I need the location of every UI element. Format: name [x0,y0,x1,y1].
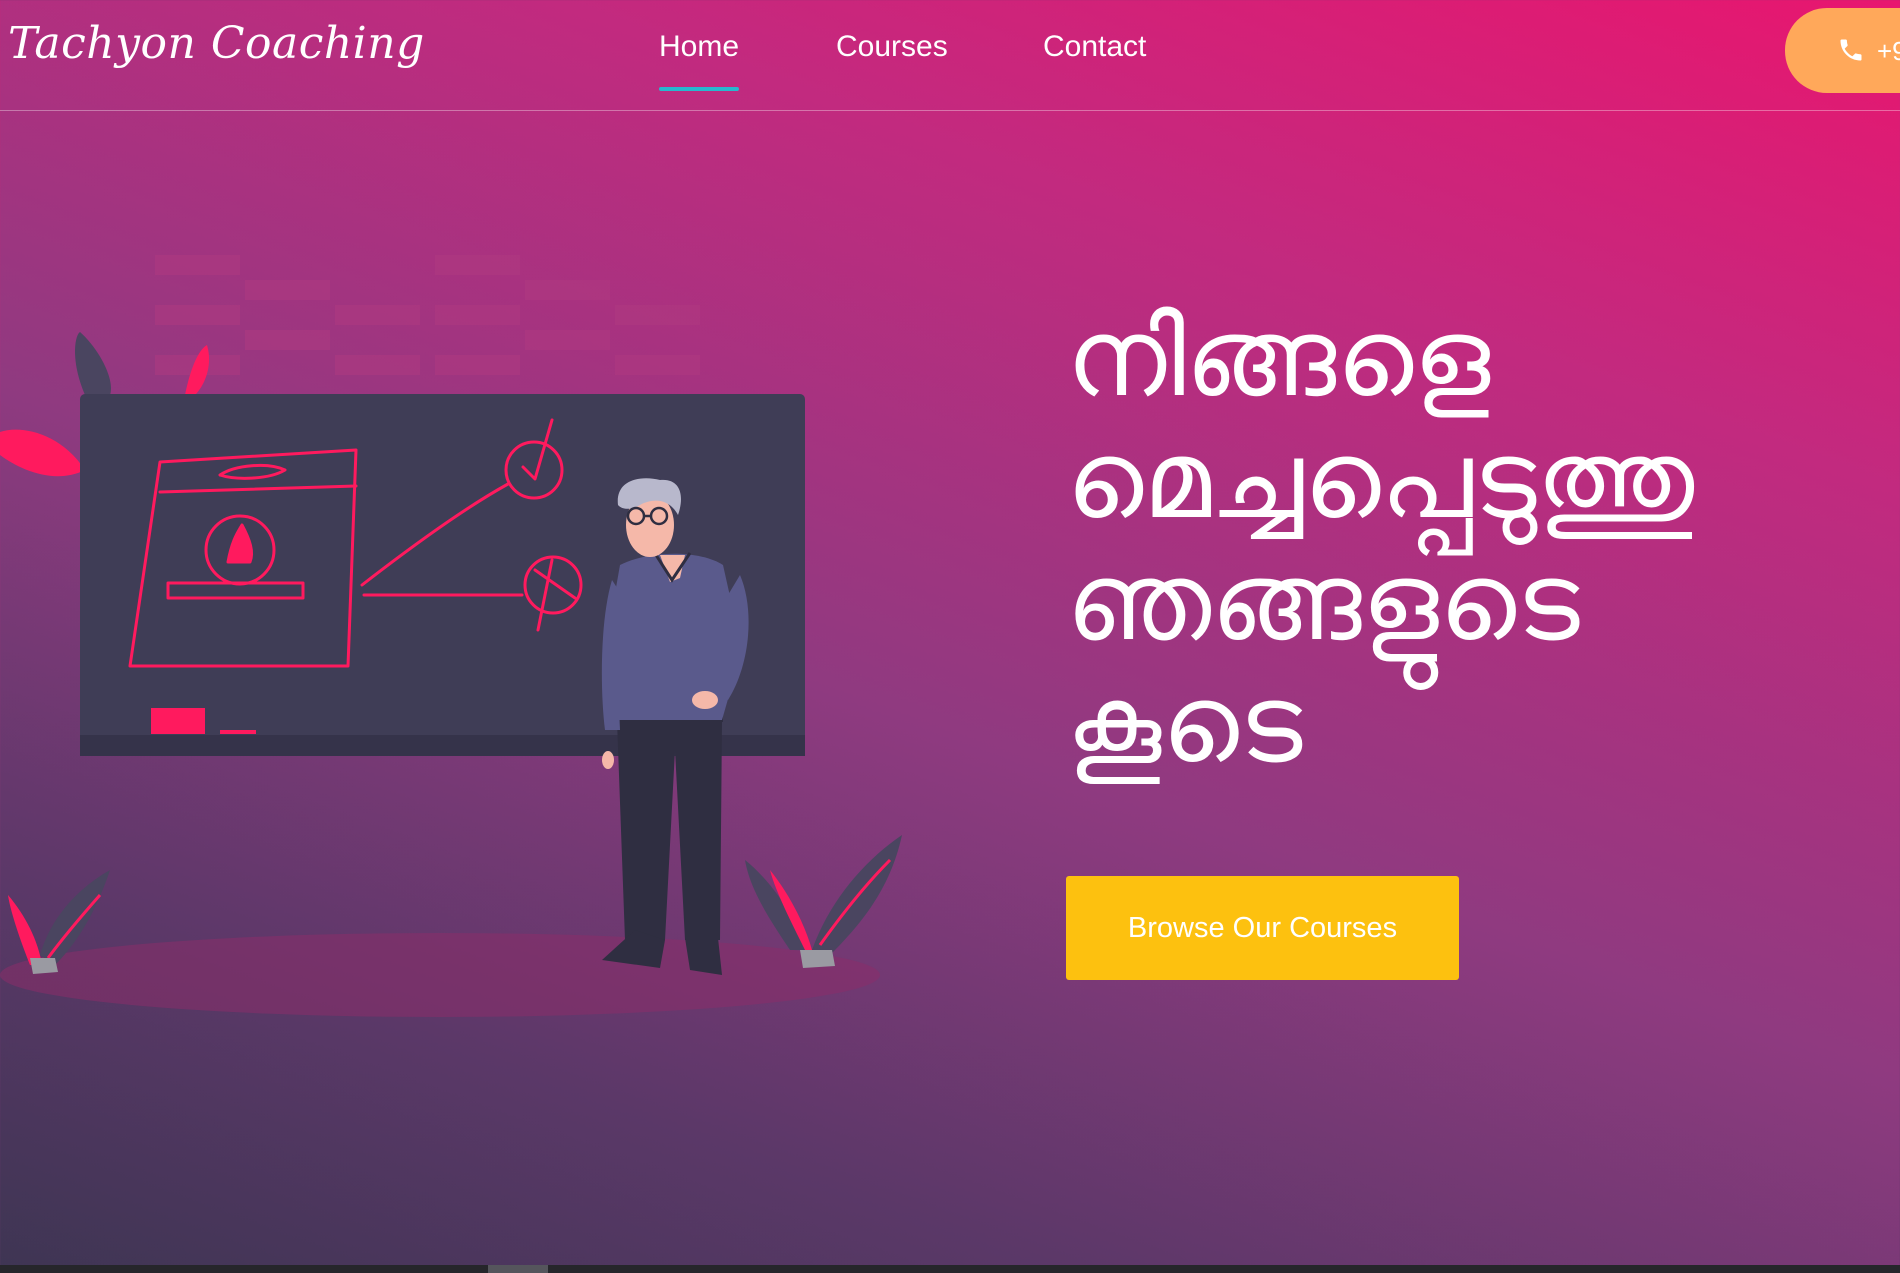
brand-logo[interactable]: Tachyon Coaching [8,18,425,69]
board-red-block [151,708,205,734]
background-bricks [155,255,700,375]
teacher-illustration [0,255,902,1017]
headline-line-1: നിങ്ങളെ [1066,296,1491,421]
ground-shadow [0,933,880,1017]
nav-courses[interactable]: Courses [836,30,948,64]
nav-home[interactable]: Home [659,30,740,91]
nav-home-label: Home [659,30,740,63]
scrollbar-thumb[interactable] [488,1265,548,1273]
headline-line-2: മെച്ചപ്പെടുത്തു [1066,418,1695,543]
browse-courses-button[interactable]: Browse Our Courses [1066,876,1459,980]
headline-line-3: ഞങ്ങളുടെ [1066,540,1580,665]
phone-icon [1840,39,1862,61]
phone-number: +9 [1877,36,1900,66]
board-red-line [220,730,256,734]
leaf-dark-left [75,332,111,395]
headline-line-4: കൂടെ [1066,662,1303,787]
horizontal-scrollbar[interactable] [0,1265,1900,1273]
phone-button[interactable]: +9 [1785,8,1900,93]
leaf-pink-left [0,429,85,477]
top-navbar: Tachyon Coaching Home Courses Contact +9 [0,0,1900,111]
hero-headline: നിങ്ങളെ മെച്ചപ്പെടുത്തു ഞങ്ങളുടെ കൂടെ [1066,298,1896,786]
nav-contact[interactable]: Contact [1043,30,1146,64]
active-tab-indicator [659,87,740,91]
